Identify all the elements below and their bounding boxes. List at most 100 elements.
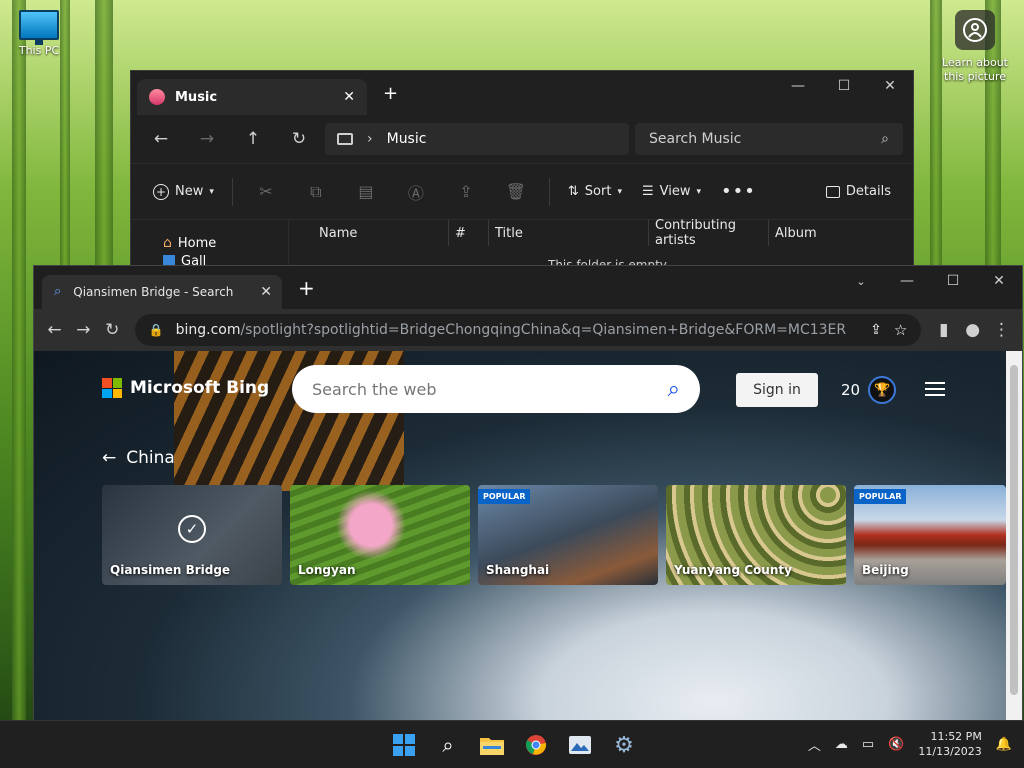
search-icon[interactable]: ⌕ [668, 377, 680, 402]
bing-search-input[interactable]: Search the web ⌕ [292, 365, 700, 413]
new-tab-icon[interactable]: + [383, 83, 398, 104]
column-title[interactable]: Title [489, 220, 649, 246]
tab-search-icon[interactable]: ⌄ [838, 266, 884, 296]
chrome-icon[interactable] [520, 729, 552, 761]
popular-badge: POPULAR [854, 489, 907, 504]
toolbar-divider [548, 177, 550, 206]
view-button[interactable]: ☰ View ▾ [634, 174, 709, 210]
card-qiansimen-bridge[interactable]: ✓ Qiansimen Bridge [102, 485, 282, 585]
back-arrow-icon[interactable]: ← [42, 314, 67, 346]
rewards-points[interactable]: 20 🏆 [841, 376, 897, 404]
column-artists[interactable]: Contributing artists [649, 218, 769, 248]
minimize-icon[interactable]: — [775, 71, 821, 101]
card-beijing[interactable]: POPULAR Beijing [854, 485, 1006, 585]
sort-button[interactable]: ⇅ Sort ▾ [560, 174, 630, 210]
details-button[interactable]: Details [818, 174, 899, 210]
explorer-titlebar: Music ✕ + — ☐ ✕ [131, 71, 913, 115]
start-windows-icon[interactable] [388, 729, 420, 761]
sort-label: Sort [584, 184, 612, 199]
close-icon[interactable]: ✕ [867, 71, 913, 101]
onedrive-cloud-icon[interactable]: ☁ [835, 737, 848, 752]
address-bar[interactable]: › Music [325, 123, 629, 155]
settings-gear-icon[interactable]: ⚙ [608, 729, 640, 761]
scrollbar-thumb[interactable] [1010, 365, 1018, 695]
points-count: 20 [841, 381, 861, 399]
network-icon[interactable]: ▭ [862, 737, 874, 752]
more-menu-icon[interactable]: ⋮ [989, 314, 1014, 346]
bing-logo[interactable]: Microsoft Bing [102, 378, 269, 398]
back-arrow-icon: ← [102, 448, 117, 468]
chrome-window: ⌕ Qiansimen Bridge - Search ✕ + ⌄ — ☐ ✕ … [33, 265, 1023, 721]
up-arrow-icon[interactable]: ↑ [233, 123, 273, 155]
chevron-up-icon[interactable]: ︿ [808, 735, 821, 754]
profile-icon[interactable]: ● [960, 314, 985, 346]
share-icon[interactable]: ⇪ [443, 174, 489, 210]
search-placeholder: Search Music [649, 131, 742, 147]
url-path: /spotlight?spotlightid=BridgeChongqingCh… [240, 322, 847, 338]
photos-app-icon[interactable] [564, 729, 596, 761]
back-label: China [126, 448, 175, 468]
chevron-down-icon: ▾ [617, 186, 622, 197]
toolbar-divider [231, 177, 233, 206]
nav-item-home[interactable]: ⌂ Home [163, 232, 288, 254]
lock-icon: 🔒 [148, 323, 164, 337]
view-label: View [659, 184, 691, 199]
card-label: Shanghai [486, 563, 550, 577]
close-tab-icon[interactable]: ✕ [343, 89, 355, 105]
paste-icon[interactable]: ▤ [343, 174, 389, 210]
breadcrumb-music[interactable]: Music [387, 131, 427, 147]
address-bar[interactable]: 🔒 bing.com/spotlight?spotlightid=BridgeC… [134, 314, 922, 346]
volume-muted-icon[interactable]: 🔇 [888, 737, 904, 752]
explorer-navbar: ← → ↑ ↻ › Music Search Music ⌕ [131, 115, 913, 163]
search-icon[interactable]: ⌕ [432, 729, 464, 761]
hamburger-menu-icon[interactable] [925, 382, 945, 400]
desktop-icon-this-pc[interactable]: This PC [14, 10, 64, 57]
card-shanghai[interactable]: POPULAR Shanghai [478, 485, 658, 585]
rename-icon[interactable]: Ⓐ [393, 174, 439, 210]
url-text: bing.com/spotlight?spotlightid=BridgeCho… [176, 322, 847, 338]
clock[interactable]: 11:52 PM 11/13/2023 [918, 729, 981, 759]
explorer-tab-music[interactable]: Music ✕ [137, 79, 367, 115]
card-longyan[interactable]: Longyan [290, 485, 470, 585]
maximize-icon[interactable]: ☐ [930, 266, 976, 296]
column-album[interactable]: Album [769, 220, 909, 246]
new-tab-icon[interactable]: + [298, 276, 315, 300]
back-to-china-link[interactable]: ← China [102, 448, 175, 468]
side-panel-icon[interactable]: ▮ [931, 314, 956, 346]
window-controls: ⌄ — ☐ ✕ [838, 266, 1022, 296]
new-button[interactable]: + New ▾ [145, 174, 222, 210]
back-arrow-icon[interactable]: ← [141, 123, 181, 155]
bookmark-star-icon[interactable]: ☆ [894, 321, 907, 339]
column-name[interactable]: Name [289, 220, 449, 246]
close-tab-icon[interactable]: ✕ [260, 284, 272, 300]
learn-about-picture-button[interactable]: Learn about this picture [936, 6, 1014, 88]
monitor-icon [337, 133, 353, 145]
file-explorer-window: Music ✕ + — ☐ ✕ ← → ↑ ↻ › Music Search M… [130, 70, 914, 279]
notification-bell-icon[interactable]: 🔔 [996, 737, 1012, 752]
reload-icon[interactable]: ↻ [100, 314, 125, 346]
sign-in-button[interactable]: Sign in [736, 373, 818, 407]
refresh-icon[interactable]: ↻ [279, 123, 319, 155]
cut-icon[interactable]: ✂ [243, 174, 289, 210]
column-number[interactable]: # [449, 220, 489, 246]
forward-arrow-icon[interactable]: → [187, 123, 227, 155]
window-controls: — ☐ ✕ [775, 71, 913, 101]
delete-icon[interactable]: 🗑 [493, 174, 539, 210]
close-icon[interactable]: ✕ [976, 266, 1022, 296]
forward-arrow-icon[interactable]: → [71, 314, 96, 346]
copy-icon[interactable]: ⧉ [293, 174, 339, 210]
page-scrollbar[interactable] [1006, 351, 1022, 721]
chrome-tab[interactable]: ⌕ Qiansimen Bridge - Search ✕ [42, 274, 282, 309]
share-icon[interactable]: ⇪ [870, 322, 882, 338]
check-circle-icon: ✓ [178, 515, 206, 543]
search-icon: ⌕ [54, 284, 62, 299]
trophy-icon: 🏆 [868, 376, 897, 404]
file-explorer-icon[interactable] [476, 729, 508, 761]
maximize-icon[interactable]: ☐ [821, 71, 867, 101]
plus-circle-icon: + [153, 183, 169, 200]
minimize-icon[interactable]: — [884, 266, 930, 296]
card-yuanyang-county[interactable]: Yuanyang County [666, 485, 846, 585]
more-options-icon[interactable]: ••• [713, 174, 764, 210]
tab-title: Qiansimen Bridge - Search [73, 284, 234, 299]
search-music-input[interactable]: Search Music ⌕ [635, 123, 903, 155]
